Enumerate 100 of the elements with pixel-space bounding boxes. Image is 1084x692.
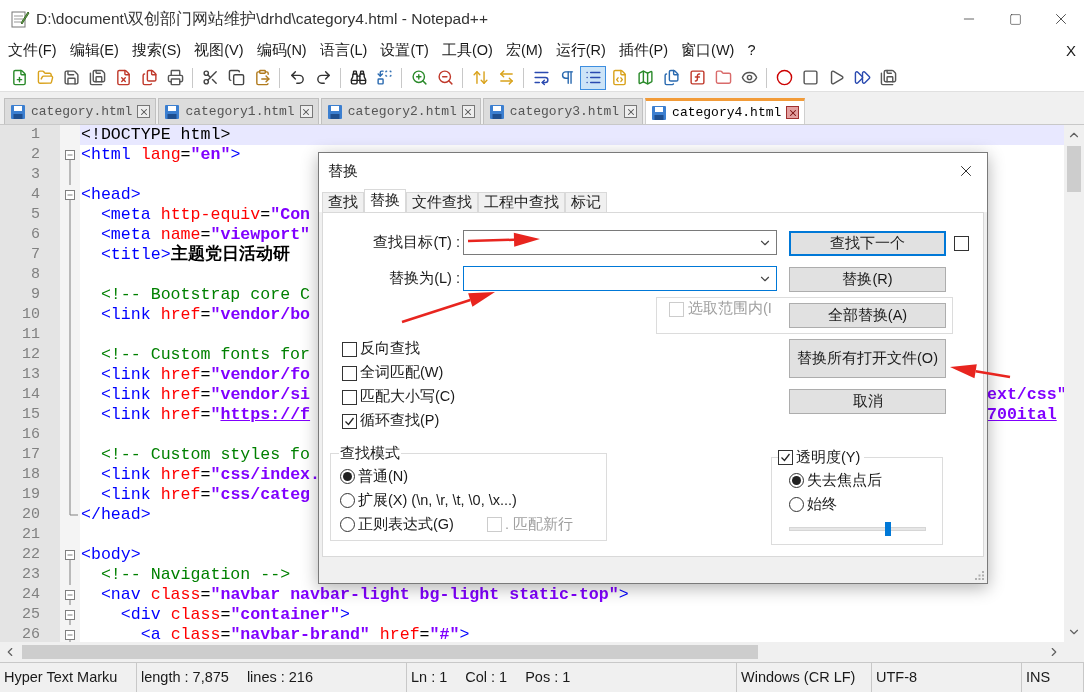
dialog-button[interactable]: 全部替换(A) (789, 303, 946, 328)
fold-minus-icon[interactable] (65, 150, 75, 165)
code-token: > (618, 585, 629, 604)
dialog-tab[interactable]: 工程中查找 (478, 192, 565, 212)
close-icon[interactable] (786, 106, 800, 119)
radio-button[interactable] (789, 473, 804, 489)
menu-item[interactable]: 视图(V) (194, 40, 244, 62)
checkbox[interactable] (342, 413, 357, 429)
line-number: 25 (0, 605, 60, 625)
radio-label: 始终 (807, 494, 837, 514)
line-number: 6 (0, 225, 60, 245)
code-token: href (159, 385, 201, 404)
checkbox-label: 全词匹配(W) (360, 363, 444, 383)
code-token: <head> (81, 185, 141, 204)
checkbox[interactable] (342, 389, 357, 405)
checkbox[interactable] (778, 450, 793, 466)
checkbox[interactable] (342, 341, 357, 357)
save-icon (164, 103, 181, 120)
fold-minus-icon[interactable] (65, 190, 75, 205)
dialog-button[interactable]: 取消 (789, 389, 946, 414)
code-token: href (159, 405, 201, 424)
slider-thumb[interactable] (884, 521, 891, 536)
code-token: lang (139, 145, 181, 164)
tab-label: category2.html (347, 102, 457, 121)
fold-line (69, 165, 71, 185)
dialog-tab[interactable]: 标记 (565, 192, 607, 212)
code-token: </head> (81, 505, 151, 524)
code-token: <html (81, 145, 131, 164)
save-icon (326, 103, 343, 120)
file-tab[interactable]: category4.html (645, 98, 806, 124)
dialog-button[interactable]: 查找下一个 (789, 231, 946, 256)
dialog-button[interactable]: 替换所有打开文件(O) (789, 339, 946, 378)
maximize-icon[interactable] (1008, 12, 1022, 26)
dialog-tab[interactable]: 文件查找 (406, 192, 478, 212)
menu-item[interactable]: 编码(N) (256, 40, 307, 62)
radio-button[interactable] (340, 493, 355, 509)
close-document-button[interactable]: X (1066, 39, 1076, 63)
code-token: = (200, 485, 211, 504)
line-number: 21 (0, 525, 60, 545)
code-token: ext/css" (987, 385, 1064, 404)
radio-button[interactable] (789, 497, 804, 513)
line-number: 18 (0, 465, 60, 485)
code-token: "en" (190, 145, 231, 164)
menu-item[interactable]: 文件(F) (8, 40, 57, 62)
dialog-button[interactable]: 替换(R) (789, 267, 946, 292)
radio-label: 普通(N) (358, 466, 409, 486)
fold-minus-icon[interactable] (65, 630, 75, 642)
combo-box[interactable] (463, 266, 777, 291)
fold-line (69, 565, 71, 585)
line-number: 2 (0, 145, 60, 165)
resize-grip-icon[interactable] (975, 571, 985, 581)
file-tab[interactable]: category1.html (158, 98, 319, 124)
code-token: = (200, 225, 211, 244)
radio-button[interactable] (340, 517, 355, 533)
menu-item[interactable]: 设置(T) (380, 40, 429, 62)
code-token: <meta (99, 205, 151, 224)
indent-guide-icon[interactable] (580, 65, 606, 90)
scroll-thumb[interactable] (1067, 146, 1081, 192)
code-token: "css/categ (210, 485, 311, 504)
checkbox-label: . 匹配新行 (504, 514, 573, 534)
menu-item[interactable]: 运行(R) (555, 40, 606, 62)
code-token: = (180, 145, 191, 164)
combo-box[interactable] (463, 230, 777, 255)
dialog-title: 替换 (328, 160, 358, 181)
fold-minus-icon[interactable] (65, 550, 75, 565)
scroll-thumb[interactable] (22, 645, 758, 659)
line-number: 5 (0, 205, 60, 225)
dialog-tab[interactable]: 替换 (364, 189, 406, 212)
tab-label: category4.html (672, 103, 782, 122)
code-token: = (220, 625, 231, 642)
file-tab[interactable]: category2.html (320, 98, 481, 124)
menu-item[interactable]: 工具(O) (441, 40, 493, 62)
fold-minus-icon[interactable] (65, 590, 75, 605)
code-token: = (200, 305, 211, 324)
opacity-slider[interactable] (789, 521, 926, 536)
code-token: "navbar-brand" (230, 625, 370, 642)
menu-item[interactable]: 语言(L) (319, 40, 368, 62)
file-tab[interactable]: category.html (4, 98, 157, 124)
menu-item[interactable]: 搜索(S) (131, 40, 182, 62)
code-token: "vendor/si (210, 385, 311, 404)
code-token: <meta (99, 225, 151, 244)
dialog-tab[interactable]: 查找 (322, 192, 364, 212)
menu-item[interactable]: 宏(M) (505, 40, 543, 62)
menu-item[interactable]: 编辑(E) (69, 40, 119, 62)
menu-item[interactable]: 插件(P) (618, 40, 669, 62)
file-tab[interactable]: category3.html (482, 98, 644, 124)
checkbox[interactable] (954, 236, 969, 251)
radio-button[interactable] (340, 469, 355, 485)
horizontal-scrollbar[interactable] (0, 642, 1064, 662)
checkbox[interactable] (342, 365, 357, 381)
menu-item[interactable]: ? (747, 40, 756, 62)
menu-item[interactable]: 窗口(W) (681, 40, 735, 62)
vertical-scrollbar[interactable] (1064, 125, 1084, 642)
code-token: <!-- Bootstrap core C (99, 285, 311, 304)
code-token: href (159, 365, 201, 384)
code-token: > (459, 625, 470, 642)
fold-minus-icon[interactable] (65, 610, 75, 625)
code-token: href (159, 305, 201, 324)
code-token: "container" (230, 605, 340, 624)
group-title: 查找模式 (339, 444, 401, 463)
